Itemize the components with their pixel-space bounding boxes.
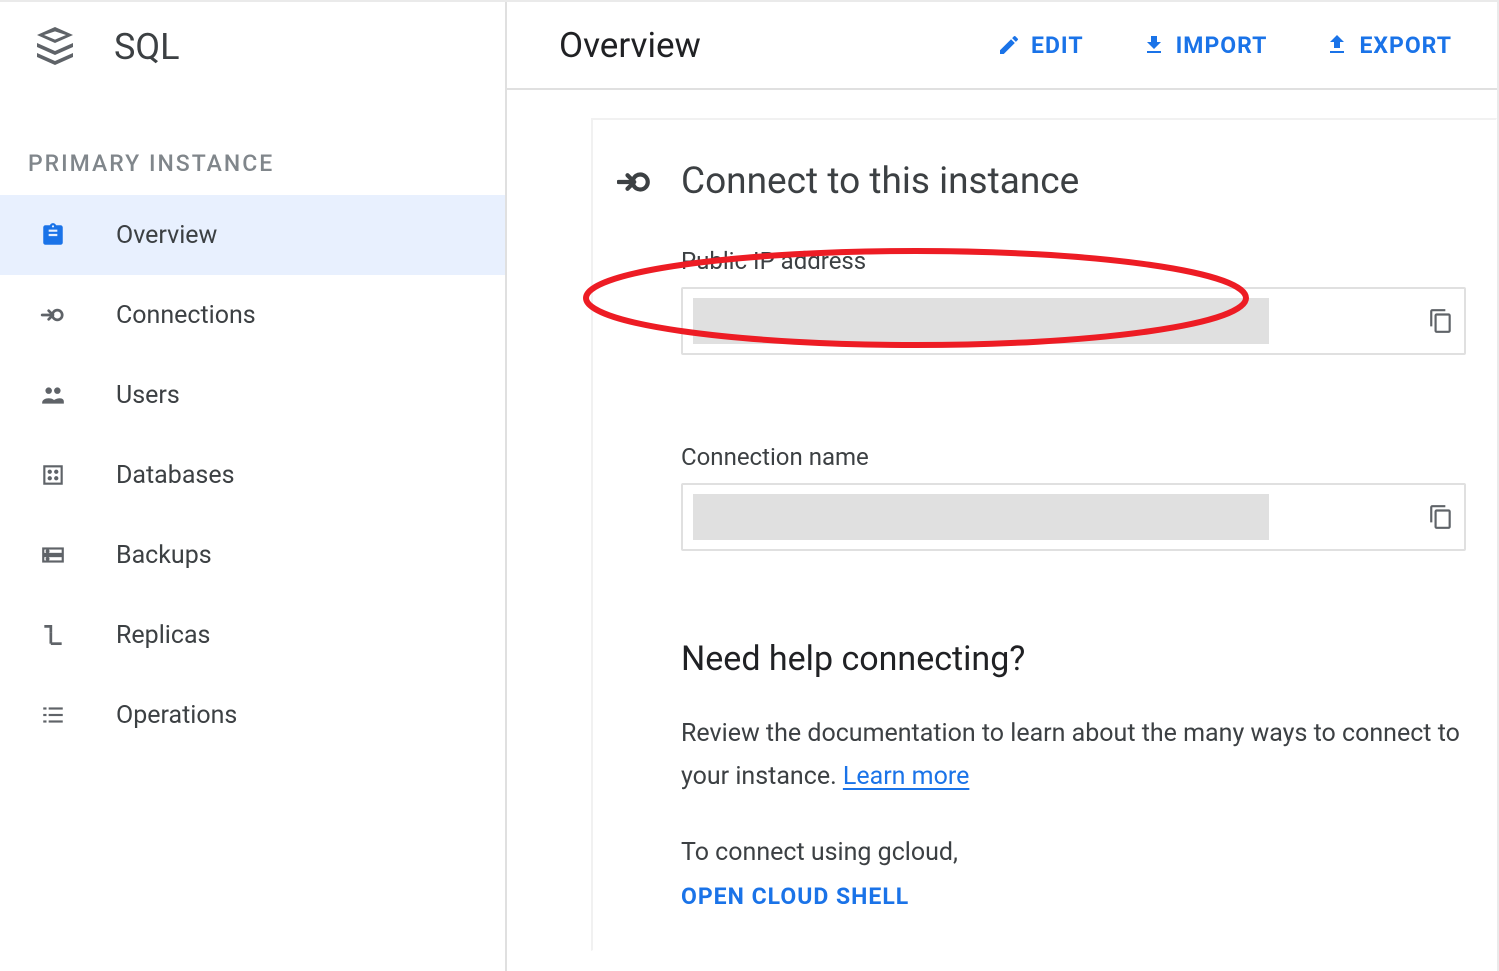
database-icon — [38, 460, 68, 490]
nav-label: Operations — [116, 701, 237, 730]
edit-label: EDIT — [1031, 32, 1084, 59]
connection-name-group: Connection name — [617, 443, 1466, 551]
header-actions: EDIT IMPORT EXPORT — [997, 32, 1452, 59]
sidebar-nav: Overview Connections Users Databases — [0, 195, 505, 755]
sidebar: SQL PRIMARY INSTANCE Overview Connection… — [0, 2, 507, 971]
connection-name-field — [681, 483, 1466, 551]
connect-card: Connect to this instance Public IP addre… — [591, 118, 1497, 951]
nav-users[interactable]: Users — [0, 355, 505, 435]
nav-overview[interactable]: Overview — [0, 195, 505, 275]
nav-label: Connections — [116, 301, 256, 330]
nav-label: Overview — [116, 221, 217, 250]
users-icon — [38, 380, 68, 410]
sidebar-header: SQL — [0, 2, 505, 92]
nav-databases[interactable]: Databases — [0, 435, 505, 515]
copy-connection-name-button[interactable] — [1428, 504, 1454, 530]
replicas-icon — [38, 620, 68, 650]
import-label: IMPORT — [1176, 32, 1268, 59]
public-ip-group: Public IP address — [617, 247, 1466, 355]
help-block: Need help connecting? Review the documen… — [617, 639, 1466, 910]
pencil-icon — [997, 33, 1021, 57]
nav-connections[interactable]: Connections — [0, 275, 505, 355]
copy-icon — [1428, 504, 1454, 530]
export-button[interactable]: EXPORT — [1325, 32, 1452, 59]
card-title: Connect to this instance — [681, 160, 1079, 203]
assignment-icon — [38, 220, 68, 250]
page-title: Overview — [559, 25, 701, 66]
nav-label: Users — [116, 381, 180, 410]
nav-replicas[interactable]: Replicas — [0, 595, 505, 675]
main: Overview EDIT IMPORT EXPORT — [507, 2, 1497, 971]
edit-button[interactable]: EDIT — [997, 32, 1084, 59]
import-icon — [1142, 33, 1166, 57]
export-label: EXPORT — [1359, 32, 1452, 59]
public-ip-label: Public IP address — [681, 247, 1466, 275]
help-title: Need help connecting? — [681, 639, 1466, 679]
nav-label: Databases — [116, 461, 234, 490]
connection-icon — [38, 300, 68, 330]
public-ip-redacted — [693, 298, 1269, 344]
nav-operations[interactable]: Operations — [0, 675, 505, 755]
section-label: PRIMARY INSTANCE — [0, 92, 505, 195]
sql-logo-icon — [28, 20, 82, 74]
nav-label: Replicas — [116, 621, 210, 650]
learn-more-link[interactable]: Learn more — [843, 762, 969, 791]
connection-icon — [617, 164, 653, 200]
open-cloud-shell-button[interactable]: OPEN CLOUD SHELL — [681, 883, 909, 910]
export-icon — [1325, 33, 1349, 57]
connection-name-label: Connection name — [681, 443, 1466, 471]
help-text-prefix: Review the documentation to learn about … — [681, 719, 1460, 791]
nav-backups[interactable]: Backups — [0, 515, 505, 595]
copy-public-ip-button[interactable] — [1428, 308, 1454, 334]
public-ip-field — [681, 287, 1466, 355]
backups-icon — [38, 540, 68, 570]
nav-label: Backups — [116, 541, 212, 570]
import-button[interactable]: IMPORT — [1142, 32, 1268, 59]
connection-name-redacted — [693, 494, 1269, 540]
product-name: SQL — [114, 26, 180, 68]
main-header: Overview EDIT IMPORT EXPORT — [507, 2, 1497, 90]
help-gcloud-text: To connect using gcloud, — [681, 838, 1466, 867]
help-text: Review the documentation to learn about … — [681, 713, 1466, 798]
copy-icon — [1428, 308, 1454, 334]
operations-icon — [38, 700, 68, 730]
